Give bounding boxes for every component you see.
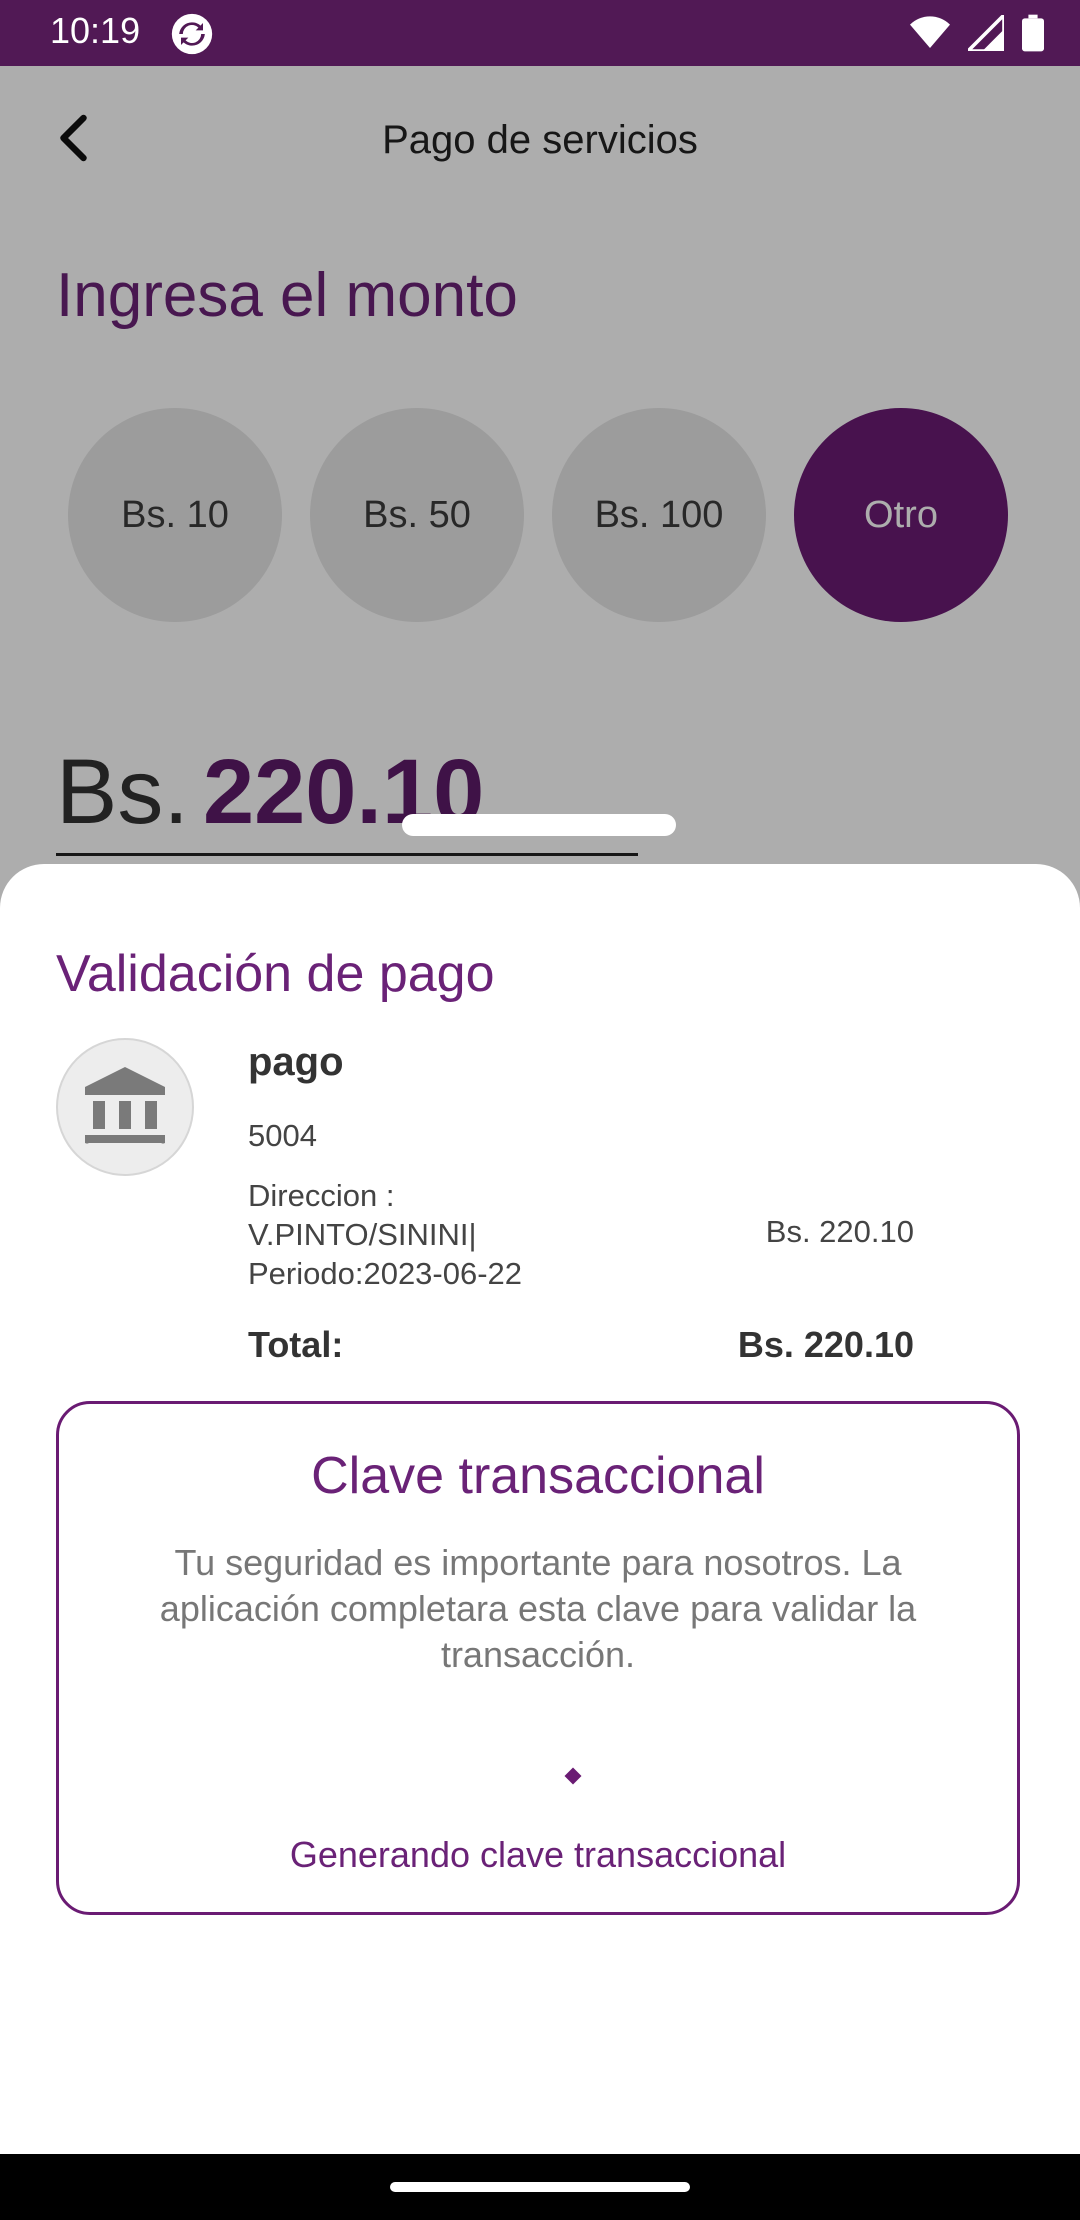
key-card-title: Clave transaccional [311, 1447, 765, 1505]
status-time: 10:19 [50, 10, 141, 51]
detail-line-period: Periodo:2023-06-22 [248, 1256, 523, 1291]
signal-icon [968, 15, 1004, 51]
total-value: Bs. 220.10 [737, 1324, 914, 1365]
bank-avatar [56, 1038, 194, 1176]
key-card-description: Tu seguridad es importante para nosotros… [159, 1542, 917, 1675]
payment-validation-sheet: Validación de pago pago 5004 Direccion :… [0, 864, 1080, 2154]
home-gesture-pill[interactable] [390, 2182, 690, 2192]
system-nav-bar [0, 2154, 1080, 2220]
transaction-key-card: Clave transaccional Tu seguridad es impo… [56, 1401, 1020, 1915]
sync-icon [171, 13, 213, 55]
battery-icon [1022, 14, 1044, 52]
service-details: Direccion : V.PINTO/SININI| Periodo:2023… [248, 1176, 522, 1293]
service-amount: Bs. 220.10 [765, 1214, 914, 1249]
service-name: pago [248, 1040, 344, 1084]
wifi-icon [910, 16, 950, 48]
status-bar: 10:19 [0, 0, 1080, 66]
status-icons [910, 14, 1044, 52]
loading-spinner [564, 1767, 582, 1785]
service-code: 5004 [248, 1118, 317, 1153]
detail-line-address-label: Direccion : [248, 1178, 395, 1213]
total-label: Total: [248, 1324, 344, 1365]
detail-line-address: V.PINTO/SININI| [248, 1217, 477, 1252]
sheet-title: Validación de pago [56, 945, 495, 1003]
key-card-status: Generando clave transaccional [289, 1834, 787, 1875]
sheet-drag-handle[interactable] [402, 814, 676, 836]
bank-icon [85, 1067, 165, 1144]
